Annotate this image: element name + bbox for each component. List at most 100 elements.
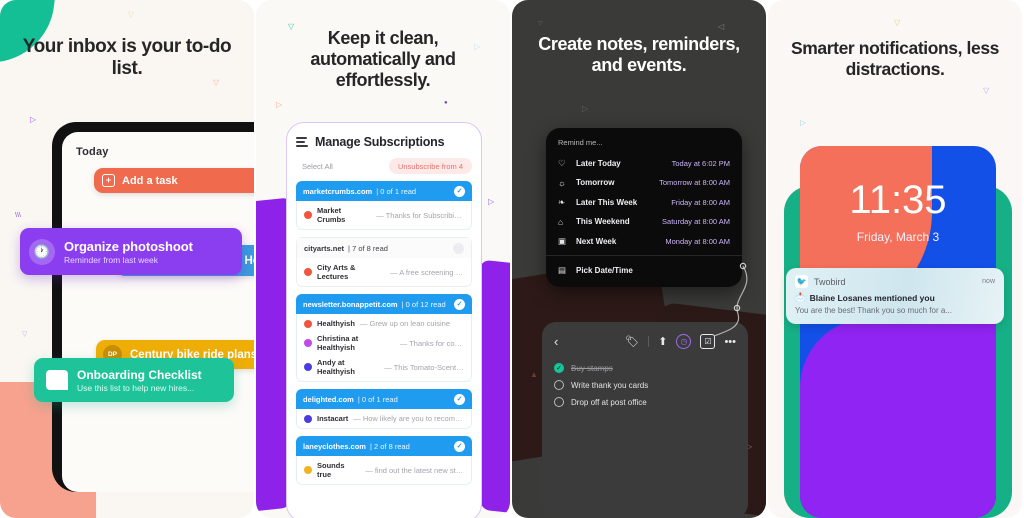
subscription-group[interactable]: newsletter.bonappetit.com | 0 of 12 read ✓… [296, 294, 472, 382]
mail-row[interactable]: Market Crumbs — Thanks for Subscribing! [297, 203, 471, 227]
divider [546, 255, 742, 256]
notification-app-name: Twobird [814, 276, 846, 287]
task-row-onboarding-checklist[interactable]: Onboarding Checklist Use this list to he… [34, 358, 234, 402]
panel-headline: Create notes, reminders, and events. [538, 34, 740, 76]
task-sublabel: Use this list to help new hires... [77, 382, 195, 393]
phone-mockup-inbox: Today + Add a task 🕐 Organize photoshoot… [20, 122, 254, 492]
subscription-read-count: | 2 of 8 read [369, 441, 410, 451]
violet-shape [800, 318, 996, 518]
section-label-today: Today [76, 146, 109, 158]
mail-row[interactable]: Healthyish — Grew up on lean cuisine [297, 316, 471, 331]
checkbox-icon[interactable] [554, 397, 564, 407]
clock-time: 11:35 [849, 178, 947, 222]
panel-inbox-todo: ▽ ▽ ▷ ▽ \\\ Your inbox is your to-do lis… [0, 0, 254, 518]
reminder-option-later-this-week[interactable]: ❧ Later This Week Friday at 8:00 AM [546, 192, 742, 212]
tag-icon[interactable]: 🏷 [625, 335, 639, 348]
confetti-triangle-icon: ▷ [276, 100, 283, 109]
mail-preview: — How likely are you to recomm... [353, 414, 464, 423]
hamburger-menu-icon[interactable] [296, 137, 308, 147]
home-icon: ⌂ [558, 216, 564, 227]
mail-preview: — This Tomato-Scented... [384, 362, 464, 372]
notification-title-row: 📩 Blaine Losanes mentioned you [795, 292, 995, 303]
subscription-group[interactable]: laneyclothes.com | 2 of 8 read ✓ Sounds tru… [296, 436, 472, 485]
task-row-add-a-task[interactable]: + Add a task [94, 168, 254, 193]
panel-headline: Keep it clean, automatically and effortl… [310, 28, 456, 91]
page-title: Manage Subscriptions [315, 135, 445, 149]
subscription-domain-row[interactable]: cityarts.net | 7 of 8 read [296, 237, 472, 258]
subscription-domain-row[interactable]: newsletter.bonappetit.com | 0 of 12 read ✓ [296, 294, 472, 314]
subscription-read-count: | 7 of 8 read [348, 243, 388, 253]
subscription-mail-list: Sounds true — find out the latest new sty… [296, 456, 472, 485]
mail-sender: Sounds true [317, 461, 345, 479]
reminder-option-tomorrow[interactable]: ☼ Tomorrow Tomorrow at 8:00 AM [546, 173, 742, 192]
panel-manage-subscriptions: ▽ ▷ ▷ ▷ ● Keep it clean, automatically a… [256, 0, 510, 518]
subscription-read-count: | 0 of 12 read [401, 299, 446, 309]
task-label: Add a task [122, 174, 178, 187]
notification-card[interactable]: 🐦 Twobird now 📩 Blaine Losanes mentioned… [786, 268, 1004, 324]
twobird-logo-icon: 🐦 [795, 275, 808, 288]
subscription-checkbox[interactable]: ✓ [454, 185, 465, 197]
confetti-triangle-icon: ▷ [30, 115, 37, 124]
mail-sender: Market Crumbs [317, 206, 346, 224]
subscriptions-list: marketcrumbs.com | 0 of 1 read ✓ Market Cru… [296, 181, 472, 485]
subscription-domain-row[interactable]: marketcrumbs.com | 0 of 1 read ✓ [296, 181, 472, 201]
sender-avatar-dot [304, 414, 312, 423]
subscription-checkbox[interactable] [453, 242, 464, 254]
phone-lockscreen: 11:35 Friday, March 3 [800, 146, 996, 518]
subscription-domain-row[interactable]: delighted.com | 0 of 1 read ✓ [296, 389, 472, 409]
notification-title: Blaine Losanes mentioned you [809, 292, 935, 303]
mail-preview: — Thanks for Subscribing! [376, 210, 464, 220]
task-row-organize-photoshoot[interactable]: 🕐 Organize photoshoot Reminder from last… [20, 228, 242, 275]
note-checklist-item[interactable]: ✓ Buy stamps [554, 363, 736, 373]
note-checklist-item[interactable]: Drop off at post office [554, 397, 736, 407]
checkbox-icon[interactable] [554, 380, 564, 390]
task-label: Onboarding Checklist [77, 367, 202, 382]
mail-row[interactable]: Instacart — How likely are you to recomm.… [297, 411, 471, 426]
sender-avatar-dot [304, 339, 312, 347]
subscription-domain: newsletter.bonappetit.com [303, 299, 398, 309]
mail-row[interactable]: Andy at Healthyish — This Tomato-Scented.… [297, 355, 471, 379]
subscription-checkbox[interactable]: ✓ [454, 440, 465, 452]
subscription-group[interactable]: marketcrumbs.com | 0 of 1 read ✓ Market Cru… [296, 181, 472, 230]
back-icon[interactable]: ‹ [554, 334, 558, 349]
reminder-option-this-weekend[interactable]: ⌂ This Weekend Saturday at 8:00 AM [546, 212, 742, 231]
reminder-option-label: Later Today [576, 158, 621, 168]
reminder-option-label: Pick Date/Time [576, 265, 633, 275]
reminder-option-label: This Weekend [576, 217, 630, 226]
note-checklist: ✓ Buy stamps Write thank you cards Drop off… [554, 363, 736, 407]
confetti-triangle-icon: ▷ [582, 104, 589, 113]
task-sublabel: Reminder from last week [64, 254, 159, 265]
subscription-domain: delighted.com [303, 394, 354, 404]
mention-icon: 📩 [795, 292, 806, 302]
reminder-option-next-week[interactable]: ▣ Next Week Monday at 8:00 AM [546, 231, 742, 251]
reminder-menu-title: Remind me... [558, 138, 603, 147]
note-item-text: Buy stamps [571, 363, 613, 373]
subscription-domain: cityarts.net [304, 243, 345, 253]
bag-icon: ▣ [558, 235, 567, 246]
share-icon[interactable]: ⬆ [658, 335, 667, 348]
note-checklist-item[interactable]: Write thank you cards [554, 380, 736, 390]
subscriptions-header: Manage Subscriptions [296, 135, 472, 149]
unsubscribe-button[interactable]: Unsubscribe from 4 [388, 158, 472, 174]
note-icon [46, 370, 68, 390]
purple-blob-right [480, 259, 510, 515]
subscription-domain-row[interactable]: laneyclothes.com | 2 of 8 read ✓ [296, 436, 472, 456]
subscription-checkbox[interactable]: ✓ [454, 393, 465, 405]
subscription-checkbox[interactable]: ✓ [454, 298, 465, 310]
mail-sender: Andy at Healthyish [317, 358, 355, 376]
subscription-domain: marketcrumbs.com [303, 186, 373, 196]
mail-row[interactable]: Christina at Healthyish — Thanks for com.… [297, 331, 471, 355]
subscription-group[interactable]: cityarts.net | 7 of 8 read City Arts & Lec… [296, 237, 472, 287]
phone-screen: Today + Add a task 🕐 Organize photoshoot… [20, 132, 254, 492]
mail-row[interactable]: Sounds true — find out the latest new sty… [297, 458, 471, 482]
sender-avatar-dot [304, 466, 312, 474]
checkbox-icon[interactable]: ✓ [554, 363, 564, 373]
mail-sender: Healthyish [317, 319, 355, 328]
mail-sender: Instacart [317, 414, 349, 423]
mail-preview: — find out the latest new sty... [365, 465, 464, 475]
reminder-option-later-today[interactable]: ♡ Later Today Today at 6:02 PM [546, 153, 742, 173]
calendar-icon: ▤ [558, 264, 567, 275]
select-all-button[interactable]: Select All [296, 159, 339, 174]
mail-row[interactable]: City Arts & Lectures — A free screening a… [297, 260, 471, 284]
subscription-group[interactable]: delighted.com | 0 of 1 read ✓ Instacart — Ho… [296, 389, 472, 429]
